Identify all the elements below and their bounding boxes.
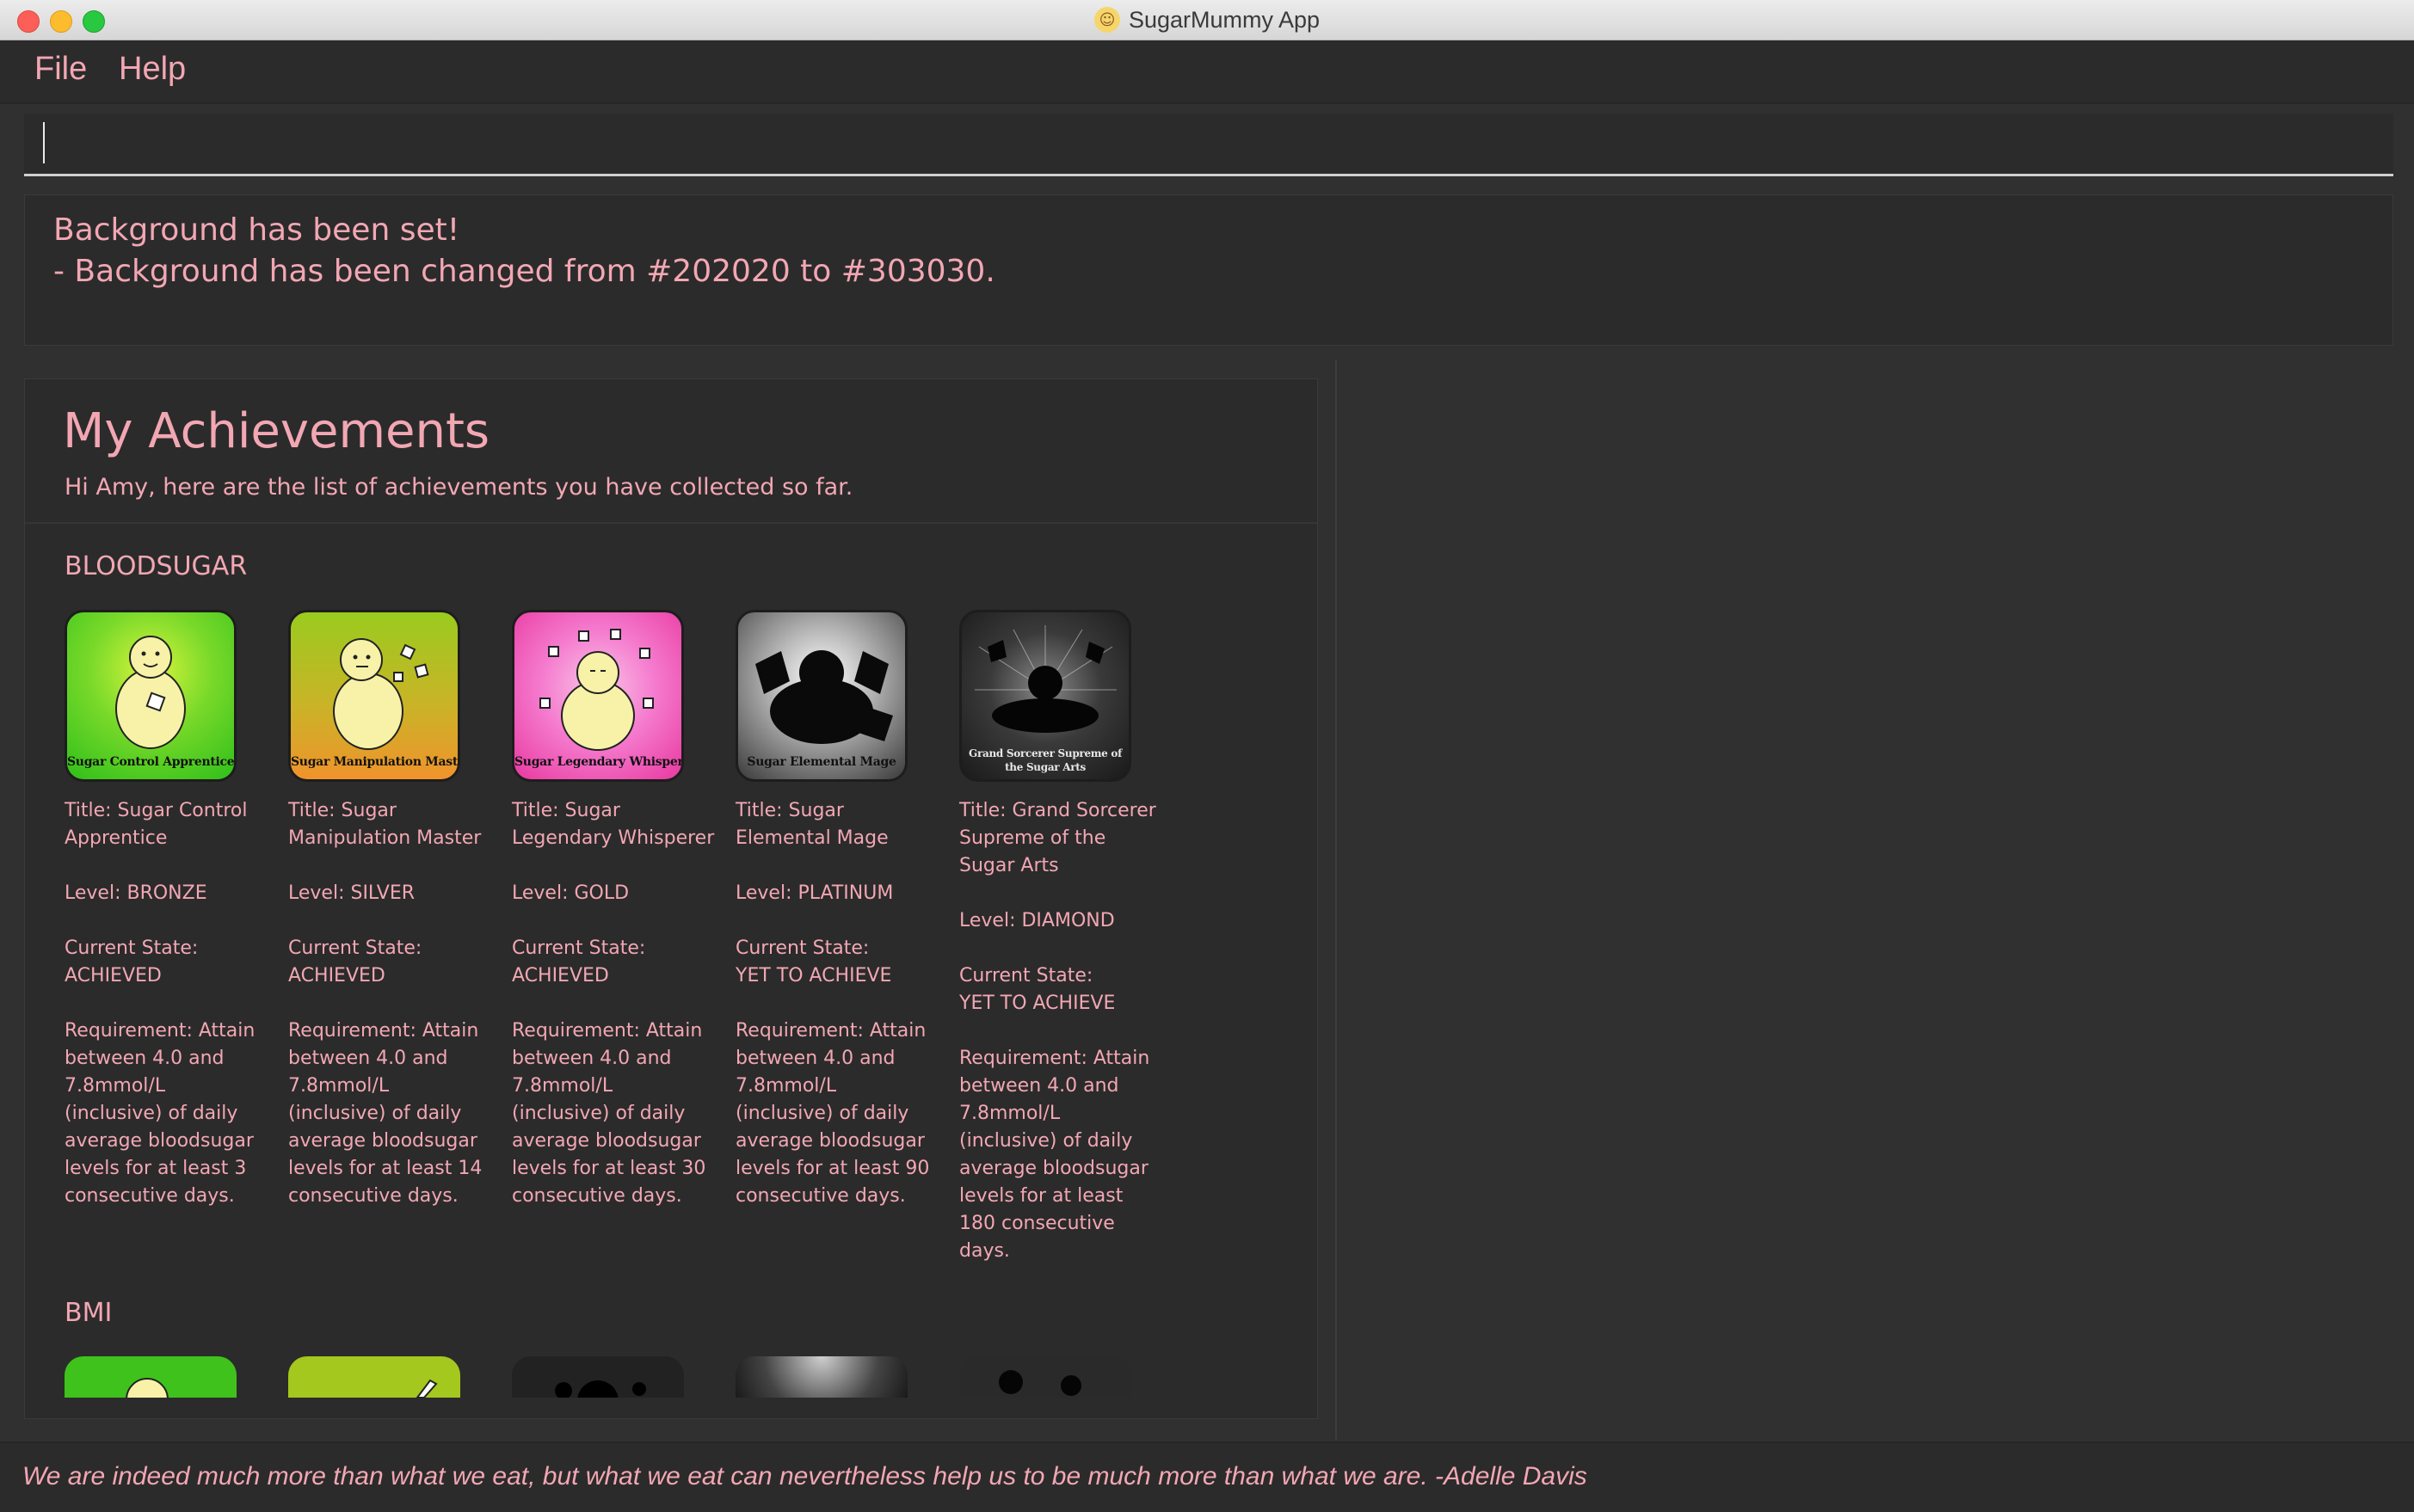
bmi-badge-partial (512, 1356, 684, 1398)
quote-bar: We are indeed much more than what we eat… (0, 1441, 2414, 1512)
card-level: Level: GOLD (512, 882, 630, 904)
bmi-badge-partial (736, 1356, 908, 1398)
card-level: Level: PLATINUM (736, 882, 894, 904)
card-details: Title: Sugar Control Apprentice Level: B… (65, 797, 268, 1238)
menu-bar: File Help (0, 40, 2414, 104)
card-state-label: Current State: (959, 965, 1093, 986)
badge-image: Sugar Elemental Mage (736, 610, 908, 782)
card-details: Title: Sugar Elemental Mage Level: PLATI… (736, 797, 939, 1238)
card-state-label: Current State: (512, 937, 646, 959)
result-message: Background has been set! (53, 212, 460, 248)
card-state: ACHIEVED (512, 965, 609, 986)
card-level: Level: SILVER (288, 882, 416, 904)
badge-caption: Sugar Manipulation Master (291, 755, 460, 769)
badge-image: Sugar Legendary Whisperer (512, 610, 684, 782)
achievements-header: My Achievements Hi Amy, here are the lis… (25, 379, 1317, 524)
card-state: YET TO ACHIEVE (959, 993, 1116, 1014)
right-panel (1355, 360, 2396, 1440)
badge-caption: Sugar Elemental Mage (747, 755, 896, 769)
card-state: YET TO ACHIEVE (736, 965, 892, 986)
card-requirement: Requirement: Attain between 4.0 and 7.8m… (65, 1020, 256, 1207)
card-requirement: Requirement: Attain between 4.0 and 7.8m… (288, 1020, 483, 1207)
card-requirement: Requirement: Attain between 4.0 and 7.8m… (512, 1020, 706, 1207)
result-detail: - Background has been changed from #2020… (53, 254, 995, 289)
card-level: Level: BRONZE (65, 882, 207, 904)
badge-caption: Sugar Control Apprentice (67, 755, 235, 769)
card-title: Title: Sugar Control Apprentice (65, 800, 248, 849)
badge-image: Sugar Manipulation Master (288, 610, 460, 782)
section-label-bloodsugar: BLOODSUGAR (65, 551, 248, 581)
card-level: Level: DIAMOND (959, 910, 1115, 931)
title-bar: ☺ SugarMummy App (0, 0, 2414, 40)
card-state-label: Current State: (288, 937, 422, 959)
window-title: SugarMummy App (1128, 6, 1321, 33)
card-details: Title: Sugar Legendary Whisperer Level: … (512, 797, 715, 1238)
card-title: Title: Sugar Manipulation Master (288, 800, 482, 849)
badge-image: Sugar Control Apprentice (65, 610, 237, 782)
command-input[interactable] (24, 114, 2393, 176)
card-requirement: Requirement: Attain between 4.0 and 7.8m… (959, 1048, 1150, 1262)
card-title: Title: Sugar Elemental Mage (736, 800, 889, 849)
achievements-panel[interactable]: My Achievements Hi Amy, here are the lis… (24, 378, 1318, 1419)
bmi-badge-partial (288, 1356, 460, 1398)
card-details: Title: Sugar Manipulation Master Level: … (288, 797, 491, 1238)
panel-divider[interactable] (1335, 360, 1337, 1440)
result-display: Background has been set! - Background ha… (24, 194, 2393, 346)
badge-caption: Sugar Legendary Whisperer (514, 755, 684, 769)
section-label-bmi: BMI (65, 1298, 113, 1328)
page-subtitle: Hi Amy, here are the list of achievement… (65, 474, 853, 501)
card-state-label: Current State: (65, 937, 199, 959)
card-state: ACHIEVED (65, 965, 162, 986)
page-title: My Achievements (63, 403, 490, 459)
menu-file[interactable]: File (34, 51, 87, 88)
card-details: Title: Grand Sorcerer Supreme of the Sug… (959, 797, 1162, 1293)
card-title: Title: Grand Sorcerer Supreme of the Sug… (959, 800, 1156, 876)
menu-help[interactable]: Help (119, 51, 186, 88)
bmi-badge-partial (959, 1356, 1131, 1398)
card-title: Title: Sugar Legendary Whisperer (512, 800, 715, 849)
card-state: ACHIEVED (288, 965, 385, 986)
bmi-badge-partial (65, 1356, 237, 1398)
motivational-quote: We are indeed much more than what we eat… (22, 1462, 1587, 1490)
card-requirement: Requirement: Attain between 4.0 and 7.8m… (736, 1020, 930, 1207)
badge-caption: Grand Sorcerer Supreme of the Sugar Arts (969, 747, 1122, 773)
badge-image: Grand Sorcerer Supreme of the Sugar Arts (959, 610, 1131, 782)
card-state-label: Current State: (736, 937, 870, 959)
text-caret (43, 122, 45, 163)
app-icon: ☺ (1093, 7, 1120, 33)
